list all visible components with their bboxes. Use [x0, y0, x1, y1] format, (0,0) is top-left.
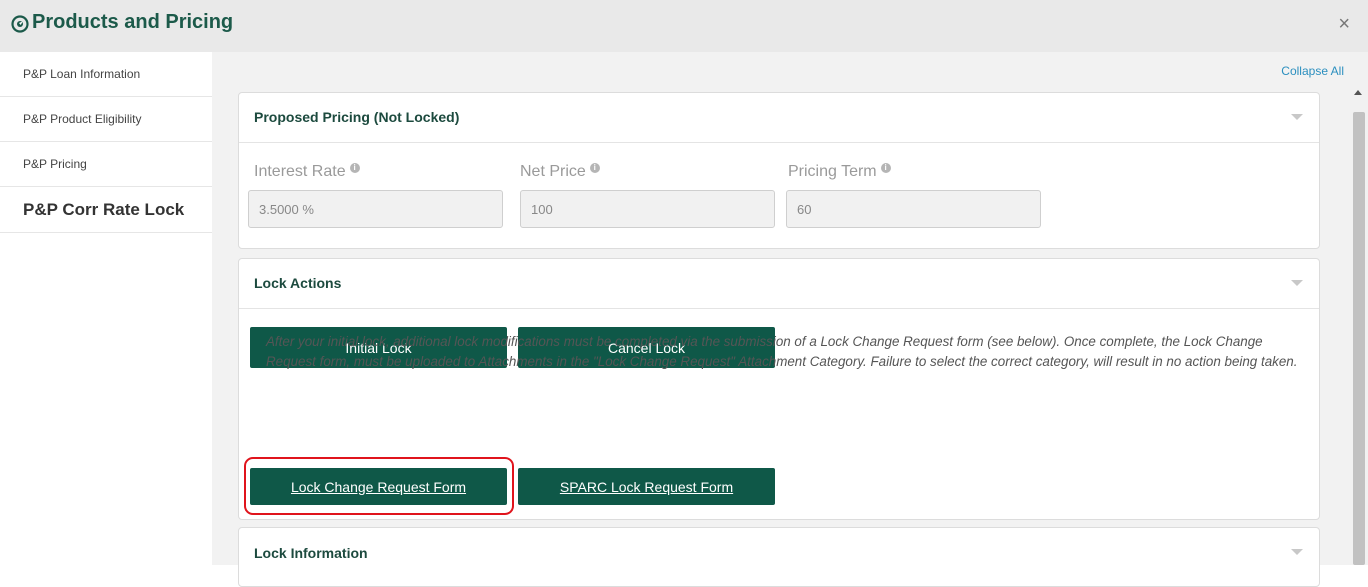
pricing-term-label: Pricing Term i [788, 163, 891, 181]
dialog-title: Products and Pricing [32, 11, 234, 33]
card-title: Lock Actions [254, 275, 342, 291]
card-title: Proposed Pricing (Not Locked) [254, 109, 460, 125]
interest-rate-label: Interest Rate i [254, 163, 360, 181]
lock-actions-header[interactable]: Lock Actions [239, 259, 1319, 309]
chevron-down-icon[interactable] [1291, 549, 1303, 555]
chevron-down-icon[interactable] [1291, 114, 1303, 120]
close-icon[interactable]: × [1338, 12, 1350, 36]
card-title: Lock Information [254, 545, 368, 561]
sidebar-item-label: P&P Product Eligibility [23, 112, 142, 126]
sidebar-item-loan-information[interactable]: P&P Loan Information [0, 52, 212, 97]
scrollbar-thumb[interactable] [1353, 112, 1365, 565]
lock-information-header[interactable]: Lock Information [239, 528, 1319, 578]
chevron-down-icon[interactable] [1291, 280, 1303, 286]
dialog-header: Products and Pricing × [0, 0, 1368, 52]
proposed-pricing-card: Proposed Pricing (Not Locked) Interest R… [238, 92, 1320, 249]
compass-icon [11, 15, 29, 33]
proposed-pricing-header[interactable]: Proposed Pricing (Not Locked) [239, 93, 1319, 143]
interest-rate-field[interactable] [248, 190, 503, 228]
info-icon[interactable]: i [349, 163, 360, 173]
sidebar-item-label: P&P Pricing [23, 157, 87, 171]
info-icon[interactable]: i [589, 163, 600, 173]
sidebar-item-product-eligibility[interactable]: P&P Product Eligibility [0, 97, 212, 142]
lock-instructions-note: After your initial lock, additional lock… [266, 334, 1298, 369]
field-label-text: Interest Rate [254, 163, 346, 180]
sidebar: P&P Loan Information P&P Product Eligibi… [0, 52, 212, 565]
lock-change-request-form-button[interactable]: Lock Change Request Form [250, 468, 507, 505]
sidebar-item-corr-rate-lock[interactable]: P&P Corr Rate Lock [0, 187, 212, 233]
pricing-term-field[interactable] [786, 190, 1041, 228]
field-label-text: Pricing Term [788, 163, 877, 180]
scroll-up-icon[interactable] [1354, 90, 1362, 95]
collapse-all-link[interactable]: Collapse All [1281, 64, 1344, 78]
sidebar-item-label: P&P Corr Rate Lock [23, 199, 185, 219]
info-icon[interactable]: i [880, 163, 891, 173]
net-price-label: Net Price i [520, 163, 600, 181]
sidebar-item-label: P&P Loan Information [23, 67, 141, 81]
lock-information-card: Lock Information [238, 527, 1320, 587]
main-content: Collapse All Proposed Pricing (Not Locke… [212, 52, 1350, 587]
sidebar-item-pricing[interactable]: P&P Pricing [0, 142, 212, 187]
field-label-text: Net Price [520, 163, 586, 180]
net-price-field[interactable] [520, 190, 775, 228]
sparc-lock-request-form-button[interactable]: SPARC Lock Request Form [518, 468, 775, 505]
lock-actions-card: Lock Actions Initial Lock Cancel Lock Af… [238, 258, 1320, 520]
vertical-scrollbar[interactable] [1350, 52, 1368, 565]
